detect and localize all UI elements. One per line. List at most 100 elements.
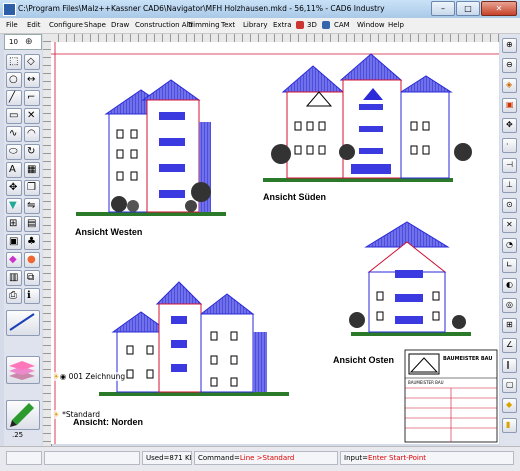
- zoom-out-button[interactable]: ⊖: [502, 58, 517, 73]
- rotate-tool[interactable]: ↻: [24, 144, 40, 160]
- node-tool[interactable]: ◇: [24, 54, 40, 70]
- layers-button[interactable]: [6, 356, 40, 384]
- ellipse-tool[interactable]: ⬭: [6, 144, 22, 160]
- snap-parallel-button[interactable]: ∥: [502, 358, 517, 373]
- text-tool[interactable]: A: [6, 162, 22, 178]
- filter-icon: ▼: [9, 200, 17, 211]
- title-block[interactable]: BAUMEISTER BAU BAUMEISTER BAU: [404, 349, 498, 443]
- move-icon: ✥: [9, 182, 18, 193]
- library-tool[interactable]: ▣: [6, 234, 22, 250]
- pen-button[interactable]: [6, 400, 40, 430]
- menu-configure[interactable]: Configure: [49, 21, 83, 29]
- east-elevation[interactable]: [349, 221, 471, 336]
- menu-draw[interactable]: Draw: [111, 21, 129, 29]
- menu-cam[interactable]: CAM: [334, 21, 350, 29]
- snap-off-button[interactable]: ▢: [502, 378, 517, 393]
- label-south: Ansicht Süden: [263, 192, 326, 202]
- label-west: Ansicht Westen: [75, 227, 142, 237]
- snap-end-icon: ⊣: [506, 160, 513, 169]
- hatch-tool[interactable]: ▦: [24, 162, 40, 178]
- snap-nearest-icon: ◎: [506, 300, 513, 309]
- north-elevation[interactable]: [99, 281, 289, 396]
- status-command: Command=Line >Standard: [194, 451, 338, 465]
- print-tool[interactable]: ⎙: [6, 288, 22, 304]
- cam-icon: [322, 21, 330, 29]
- maximize-button[interactable]: □: [456, 1, 480, 16]
- move-tool[interactable]: ✥: [6, 180, 22, 196]
- snap-center-button[interactable]: ⊙: [502, 198, 517, 213]
- pan-icon: ✥: [506, 120, 513, 129]
- snap-point-button[interactable]: ·: [502, 138, 517, 153]
- new-sheet-button[interactable]: ▮: [502, 418, 517, 433]
- menu-trimming[interactable]: Trimming: [187, 21, 220, 29]
- menu-window[interactable]: Window: [357, 21, 385, 29]
- snap-angle-button[interactable]: ∠: [502, 338, 517, 353]
- menu-file[interactable]: File: [6, 21, 18, 29]
- grid-tool[interactable]: ▤: [24, 216, 40, 232]
- menu-help[interactable]: Help: [388, 21, 404, 29]
- snap-quadrant-button[interactable]: ◐: [502, 278, 517, 293]
- menu-text[interactable]: Text: [221, 21, 235, 29]
- drawing-canvas[interactable]: Ansicht Westen Ansicht Süden Ansicht Ost…: [51, 42, 499, 444]
- info-icon: ℹ: [27, 290, 31, 301]
- menu-shape[interactable]: Shape: [84, 21, 106, 29]
- spline-tool[interactable]: ∿: [6, 126, 22, 142]
- status-bar: Used=871 KB Command=Line >Standard Input…: [0, 446, 520, 471]
- dimension-tool[interactable]: ↔: [24, 72, 40, 88]
- layer-drawing-label[interactable]: ☀◉ 001 Zeichnung: [53, 372, 126, 381]
- rotate-icon: ↻: [27, 146, 36, 157]
- symbol-tool[interactable]: ♣: [24, 234, 40, 250]
- copy-tool[interactable]: ❐: [24, 180, 40, 196]
- group-tool[interactable]: ⧉: [24, 270, 40, 286]
- west-elevation[interactable]: [76, 79, 226, 216]
- line-style-button[interactable]: [6, 310, 40, 336]
- info-tool[interactable]: ℹ: [24, 288, 40, 304]
- snap-tangent-icon: ◔: [506, 240, 513, 249]
- zoom-in-button[interactable]: ⊕: [502, 38, 517, 53]
- sun-icon: ☀: [53, 372, 60, 381]
- block-tool[interactable]: ▥: [6, 270, 22, 286]
- view-cube-button[interactable]: ▣: [502, 98, 517, 113]
- line-width-value: .25: [12, 431, 24, 439]
- drawing-sheet[interactable]: Ansicht Westen Ansicht Süden Ansicht Ost…: [51, 42, 499, 444]
- snap-intersection-button[interactable]: ✕: [502, 218, 517, 233]
- spline-icon: ∿: [9, 128, 18, 139]
- measure-tool[interactable]: ⊞: [6, 216, 22, 232]
- south-elevation[interactable]: [263, 53, 472, 182]
- menu-extra[interactable]: Extra: [273, 21, 291, 29]
- cross-tool[interactable]: ✕: [24, 108, 40, 124]
- snap-nearest-button[interactable]: ◎: [502, 298, 517, 313]
- snap-perpendicular-button[interactable]: ∟: [502, 258, 517, 273]
- snap-end-button[interactable]: ⊣: [502, 158, 517, 173]
- right-toolbox: ⊕ ⊖ ◈ ▣ ✥ · ⊣ ⊥ ⊙ ✕ ◔ ∟ ◐ ◎ ⊞ ∠ ∥ ▢ ◆ ▮: [500, 34, 520, 446]
- layer-standard-name: *Standard: [62, 410, 100, 419]
- menu-edit[interactable]: Edit: [27, 21, 41, 29]
- polyline-tool[interactable]: ⌐: [24, 90, 40, 106]
- snap-grid-button[interactable]: ⊞: [502, 318, 517, 333]
- menu-construction-aid[interactable]: Construction Aid: [135, 21, 193, 29]
- line-tool[interactable]: ╱: [6, 90, 22, 106]
- redraw-button[interactable]: ◈: [502, 78, 517, 93]
- minimize-button[interactable]: –: [431, 1, 455, 16]
- layer-tool[interactable]: ◆: [6, 252, 22, 268]
- snap-intersection-icon: ✕: [506, 220, 513, 229]
- snap-mid-button[interactable]: ⊥: [502, 178, 517, 193]
- menu-3d[interactable]: 3D: [307, 21, 317, 29]
- zoom-field[interactable]: 10 ⊕: [4, 34, 42, 50]
- pan-button[interactable]: ✥: [502, 118, 517, 133]
- arc-tool[interactable]: ◠: [24, 126, 40, 142]
- layer-visibility-button[interactable]: ◆: [502, 398, 517, 413]
- snap-tangent-button[interactable]: ◔: [502, 238, 517, 253]
- close-button[interactable]: ✕: [481, 1, 517, 16]
- mirror-tool[interactable]: ⇋: [24, 198, 40, 214]
- menu-library[interactable]: Library: [243, 21, 267, 29]
- pointer-tool[interactable]: ⬚: [6, 54, 22, 70]
- ellipse-icon: ⬭: [9, 146, 18, 157]
- circle-tool[interactable]: ○: [6, 72, 22, 88]
- app-icon[interactable]: [3, 3, 16, 16]
- filter-tool[interactable]: ▼: [6, 198, 22, 214]
- status-command-value: Line >Standard: [239, 454, 295, 462]
- rectangle-tool[interactable]: ▭: [6, 108, 22, 124]
- layer-standard-label[interactable]: ☀ *Standard: [53, 410, 100, 419]
- color-tool[interactable]: ●: [24, 252, 40, 268]
